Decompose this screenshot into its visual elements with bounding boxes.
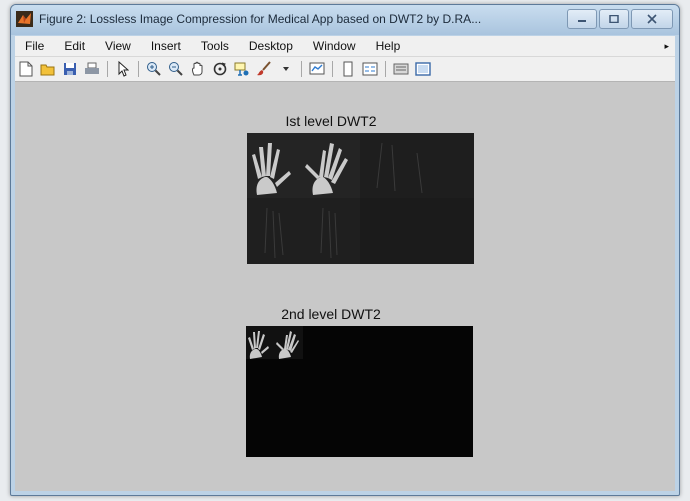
window-title: Figure 2: Lossless Image Compression for… xyxy=(39,12,482,26)
brush-button[interactable] xyxy=(255,60,273,78)
rotate-3d-icon xyxy=(213,62,227,76)
close-button[interactable] xyxy=(631,9,673,29)
save-icon xyxy=(64,63,76,75)
legend-button[interactable] xyxy=(361,60,379,78)
maximize-icon xyxy=(609,15,619,23)
data-cursor-icon xyxy=(234,62,249,76)
pan-hand-icon xyxy=(192,61,203,76)
xray-hands-level2-image xyxy=(246,326,473,457)
new-figure-button[interactable] xyxy=(17,60,35,78)
hide-plot-tools-button[interactable] xyxy=(392,60,410,78)
hide-plot-tools-icon xyxy=(393,63,409,75)
zoom-out-button[interactable] xyxy=(167,60,185,78)
axes-1-image[interactable] xyxy=(247,133,474,264)
xray-hands-level1-image xyxy=(247,133,474,264)
menu-edit[interactable]: Edit xyxy=(54,36,95,56)
open-file-button[interactable] xyxy=(39,60,57,78)
menu-help[interactable]: Help xyxy=(366,36,411,56)
brush-dropdown-button[interactable] xyxy=(277,60,295,78)
zoom-out-icon xyxy=(169,62,183,76)
menubar-arrow-icon[interactable]: ▸ xyxy=(664,41,675,52)
minimize-button[interactable] xyxy=(567,9,597,29)
maximize-button[interactable] xyxy=(599,9,629,29)
toolbar-separator xyxy=(301,61,302,77)
pan-button[interactable] xyxy=(189,60,207,78)
menu-window[interactable]: Window xyxy=(303,36,366,56)
link-plot-icon xyxy=(309,62,325,75)
colorbar-button[interactable] xyxy=(339,60,357,78)
close-icon xyxy=(647,14,657,24)
colorbar-icon xyxy=(343,61,353,77)
toolbar-separator xyxy=(385,61,386,77)
new-figure-icon xyxy=(19,61,33,77)
axes-2-title: 2nd level DWT2 xyxy=(281,306,381,322)
print-icon xyxy=(85,62,99,74)
print-button[interactable] xyxy=(83,60,101,78)
menu-insert[interactable]: Insert xyxy=(141,36,191,56)
show-plot-tools-icon xyxy=(415,62,431,76)
title-bar[interactable]: Figure 2: Lossless Image Compression for… xyxy=(11,5,679,35)
zoom-in-icon xyxy=(147,62,161,76)
legend-icon xyxy=(362,62,378,76)
zoom-in-button[interactable] xyxy=(145,60,163,78)
save-button[interactable] xyxy=(61,60,79,78)
open-file-icon xyxy=(40,64,55,76)
show-plot-tools-button[interactable] xyxy=(414,60,432,78)
toolbar-separator xyxy=(138,61,139,77)
menu-file[interactable]: File xyxy=(15,36,54,56)
minimize-icon xyxy=(578,20,586,22)
link-plot-button[interactable] xyxy=(308,60,326,78)
chevron-down-icon xyxy=(283,67,289,71)
rotate-3d-button[interactable] xyxy=(211,60,229,78)
toolbar-separator xyxy=(332,61,333,77)
figure-toolbar xyxy=(15,57,675,82)
matlab-logo-icon xyxy=(16,11,33,27)
figure-canvas[interactable]: Ist level DWT2 2nd level DWT2 xyxy=(15,82,675,491)
axes-1-title: Ist level DWT2 xyxy=(285,113,377,129)
figure-window: Figure 2: Lossless Image Compression for… xyxy=(10,4,680,496)
menu-tools[interactable]: Tools xyxy=(191,36,239,56)
menu-bar: File Edit View Insert Tools Desktop Wind… xyxy=(15,36,675,57)
data-cursor-button[interactable] xyxy=(233,60,251,78)
edit-plot-arrow-icon xyxy=(118,61,129,77)
menu-view[interactable]: View xyxy=(95,36,141,56)
brush-icon xyxy=(257,61,271,76)
edit-plot-button[interactable] xyxy=(114,60,132,78)
axes-2-image[interactable] xyxy=(246,326,473,457)
toolbar-separator xyxy=(107,61,108,77)
menu-desktop[interactable]: Desktop xyxy=(239,36,303,56)
